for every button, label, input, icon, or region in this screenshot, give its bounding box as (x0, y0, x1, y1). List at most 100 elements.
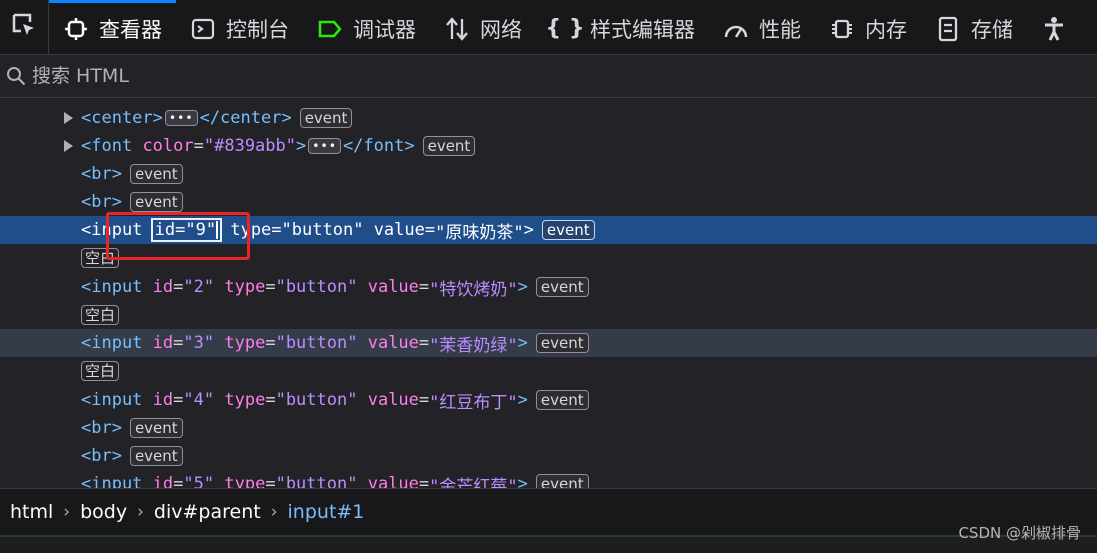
tree-node-br[interactable]: <br> event (0, 414, 1097, 442)
attr-value: "茉香奶绿" (429, 335, 518, 356)
attr-value: "2" (183, 277, 215, 297)
element-picker-button[interactable] (0, 0, 49, 54)
attr-value: "金芒红莓" (429, 476, 518, 489)
devtools-toolbar: 查看器 控制台 调试器 网络 { } 样式编辑器 性能 内存 存储 (0, 0, 1097, 55)
search-input[interactable] (32, 65, 632, 87)
attr-name: type (230, 220, 272, 240)
tag-close: </font> (342, 136, 415, 156)
tree-node-br[interactable]: <br> event (0, 160, 1097, 188)
event-badge[interactable]: event (422, 136, 476, 156)
tag-open: <input (81, 277, 143, 297)
tab-storage[interactable]: 存储 (921, 0, 1027, 54)
chevron-right-icon: › (137, 502, 144, 522)
whitespace-badge: 空白 (81, 361, 120, 381)
tag-close: </center> (199, 108, 292, 128)
markup-tree: <center> ••• </center> event <font color… (0, 98, 1097, 488)
event-badge[interactable]: event (129, 192, 183, 212)
expand-twisty-icon[interactable] (64, 112, 73, 124)
event-badge[interactable]: event (535, 277, 589, 297)
attr-value: "5" (183, 474, 215, 488)
attr-name: color (142, 136, 194, 156)
tree-node-input[interactable]: <input id = "4" type = "button" value = "红豆布丁"… (0, 386, 1097, 414)
breadcrumb-item[interactable]: body (70, 501, 127, 523)
performance-icon (723, 16, 749, 42)
tag-open: <br> (81, 164, 122, 184)
tag-open: <input (81, 333, 143, 353)
event-badge[interactable]: event (129, 164, 183, 184)
attr-name: value (373, 220, 425, 240)
tab-accessibility[interactable] (1027, 0, 1091, 54)
event-badge[interactable]: event (299, 108, 353, 128)
attr-value: "button" (275, 333, 358, 353)
tab-label: 样式编辑器 (590, 17, 695, 42)
event-badge[interactable]: event (535, 333, 589, 353)
tree-node-whitespace[interactable]: 空白 (0, 357, 1097, 385)
tab-performance[interactable]: 性能 (709, 0, 815, 54)
tree-node-br[interactable]: <br> event (0, 442, 1097, 470)
style-editor-icon: { } (545, 16, 585, 41)
tag-open: <br> (81, 192, 122, 212)
tag-open: <input (81, 474, 143, 488)
storage-icon (935, 16, 961, 42)
tree-node-input-selected[interactable]: <input id="9" type = "button" value = "原味奶茶"… (0, 216, 1097, 244)
expand-twisty-icon[interactable] (64, 140, 73, 152)
console-icon (190, 16, 216, 42)
tab-label: 存储 (971, 17, 1013, 42)
attr-value: "button" (275, 474, 358, 488)
tab-label: 调试器 (353, 17, 416, 42)
tag-open: <br> (81, 446, 122, 466)
tab-debugger[interactable]: 调试器 (303, 0, 430, 54)
tree-node-whitespace[interactable]: 空白 (0, 301, 1097, 329)
tab-console[interactable]: 控制台 (176, 0, 303, 54)
tab-label: 网络 (480, 17, 522, 42)
attr-name: type (224, 390, 266, 410)
attr-value: "特饮烤奶" (429, 279, 518, 300)
attr-value: "原味奶茶" (435, 222, 524, 243)
search-icon (6, 65, 28, 87)
attr-name: id (152, 474, 174, 488)
tab-network[interactable]: 网络 (430, 0, 536, 54)
attr-value: "4" (183, 390, 215, 410)
event-badge[interactable]: event (129, 418, 183, 438)
breadcrumb-item[interactable]: html (0, 501, 53, 523)
tag-open: <font (81, 136, 133, 156)
event-badge[interactable]: event (535, 390, 589, 410)
breadcrumb: html › body › div#parent › input#1 (0, 488, 1097, 535)
tab-inspector[interactable]: 查看器 (49, 0, 176, 54)
tree-node-input[interactable]: <input id = "3" type = "button" value = "茉香奶绿"… (0, 329, 1097, 357)
tab-label: 查看器 (99, 17, 162, 42)
attr-name: type (224, 474, 266, 488)
debugger-icon (317, 16, 343, 42)
inspector-icon (63, 16, 89, 42)
more-ellipsis-button[interactable]: ••• (164, 110, 198, 126)
event-badge[interactable]: event (535, 474, 589, 488)
attr-value: "button" (275, 390, 358, 410)
tab-label: 性能 (759, 17, 801, 42)
tree-node-font[interactable]: <font color = "#839abb" > ••• </font> event (0, 132, 1097, 160)
tab-memory[interactable]: 内存 (815, 0, 921, 54)
attr-edit-field[interactable]: id="9" (150, 218, 223, 242)
tree-node-whitespace[interactable]: 空白 (0, 244, 1097, 272)
more-ellipsis-button[interactable]: ••• (308, 138, 341, 154)
tab-style-editor[interactable]: { } 样式编辑器 (536, 0, 709, 54)
attr-value: "#839abb" (203, 136, 296, 156)
attr-name: id (152, 390, 174, 410)
whitespace-badge: 空白 (81, 248, 120, 268)
tree-node-br[interactable]: <br> event (0, 188, 1097, 216)
element-picker-icon (10, 11, 38, 43)
attr-name: type (224, 277, 266, 297)
event-badge[interactable]: event (541, 220, 595, 240)
attr-name: value (367, 277, 419, 297)
accessibility-icon (1041, 16, 1067, 42)
attr-name: value (367, 333, 419, 353)
tree-node-input[interactable]: <input id = "5" type = "button" value = "金芒红莓"… (0, 470, 1097, 488)
tag-open: <br> (81, 418, 122, 438)
event-badge[interactable]: event (129, 446, 183, 466)
tab-label: 内存 (865, 17, 907, 42)
breadcrumb-item-current[interactable]: input#1 (278, 501, 365, 523)
tree-node-input[interactable]: <input id = "2" type = "button" value = "特饮烤奶"… (0, 273, 1097, 301)
attr-name: id (152, 333, 174, 353)
breadcrumb-item[interactable]: div#parent (144, 501, 261, 523)
tree-node-center[interactable]: <center> ••• </center> event (0, 104, 1097, 132)
attr-value: "button" (275, 277, 358, 297)
